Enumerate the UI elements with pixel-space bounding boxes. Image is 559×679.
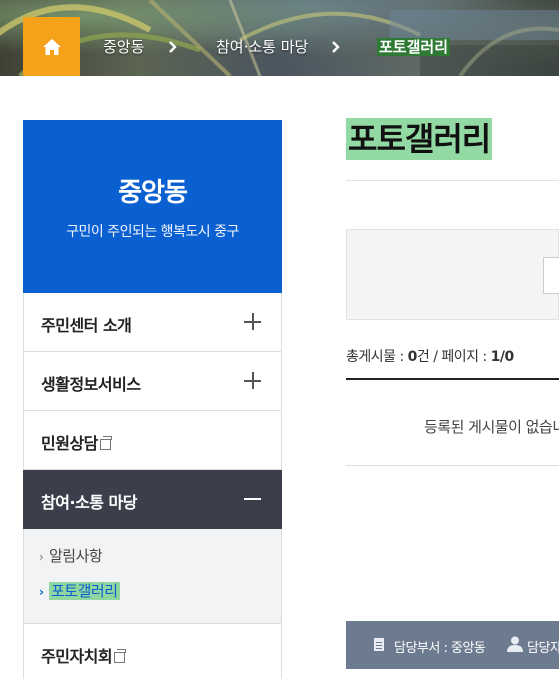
sidebar-item-label-wrap: 주민자치회: [41, 643, 127, 667]
divider: [346, 180, 559, 181]
sidebar-subtitle: 구민이 주인되는 행복도시 중구: [66, 224, 239, 240]
home-icon: [42, 38, 61, 55]
search-input[interactable]: [543, 257, 559, 294]
submenu-item-notice[interactable]: › 알림사항: [39, 545, 103, 566]
sidebar-item-resident-council[interactable]: 주민자치회: [23, 624, 282, 679]
list-bottom-border: [346, 465, 559, 466]
sidebar-menu: 주민센터 소개 생활정보서비스 민원상담 참여·소통 마당 › 알림사항 › 포토갤…: [23, 293, 282, 679]
sidebar-item-civil-consult[interactable]: 민원상담: [23, 411, 282, 470]
count-prefix: 총게시물 :: [346, 349, 408, 365]
count-mid: 건 / 페이지 :: [416, 349, 491, 365]
sidebar-item-living-info[interactable]: 생활정보서비스: [23, 352, 282, 411]
sidebar-header: 중앙동 구민이 주인되는 행복도시 중구: [23, 120, 282, 293]
new-window-icon: [99, 436, 112, 450]
submenu-item-photo-gallery[interactable]: › 포토갤러리: [39, 580, 120, 601]
post-count: 총게시물 : 0건 / 페이지 : 1/0: [346, 346, 514, 366]
top-banner: 중앙동 참여·소통 마당 포토갤러리: [0, 0, 559, 76]
new-window-icon: [114, 649, 127, 663]
sidebar-item-label: 주민센터 소개: [41, 316, 132, 335]
content-info-bar: 담당부서 : 중앙동 담당자 :: [346, 621, 559, 669]
person-icon: [507, 636, 523, 652]
contact-info: 담당자 :: [527, 641, 559, 656]
search-panel: [346, 229, 559, 320]
chevron-right-icon: [332, 41, 340, 53]
breadcrumb-item-dong[interactable]: 중앙동: [103, 37, 144, 57]
breadcrumb-item-participation[interactable]: 참여·소통 마당: [216, 37, 308, 57]
sidebar-submenu: › 알림사항 › 포토갤러리: [23, 529, 282, 624]
list-top-border: [346, 378, 559, 380]
empty-list-message: 등록된 게시물이 없습니다.: [424, 418, 559, 436]
home-button[interactable]: [23, 17, 80, 76]
sidebar-item-label: 민원상담: [41, 434, 98, 453]
submenu-item-label: 알림사항: [49, 547, 103, 565]
sidebar-item-label: 참여·소통 마당: [41, 493, 137, 512]
chevron-right-icon: ›: [39, 585, 44, 599]
sidebar-item-label-wrap: 민원상담: [41, 430, 112, 454]
page-value: 1/0: [490, 349, 515, 365]
sidebar-item-label: 생활정보서비스: [41, 375, 141, 394]
page-title: 포토갤러리: [346, 118, 493, 160]
plus-icon[interactable]: [244, 372, 261, 389]
sidebar-item-participation[interactable]: 참여·소통 마당: [23, 470, 282, 529]
count-value: 0: [407, 349, 418, 365]
minus-icon[interactable]: [244, 498, 261, 500]
plus-icon[interactable]: [244, 313, 261, 330]
chevron-right-icon: ›: [39, 550, 44, 564]
sidebar-item-center-intro[interactable]: 주민센터 소개: [23, 293, 282, 352]
dept-info: 담당부서 : 중앙동: [394, 641, 486, 656]
document-icon: [374, 638, 384, 651]
sidebar-title: 중앙동: [118, 178, 188, 208]
breadcrumb-item-current[interactable]: 포토갤러리: [377, 37, 451, 57]
submenu-item-label: 포토갤러리: [49, 582, 120, 600]
chevron-right-icon: [169, 41, 177, 53]
breadcrumb-current-label: 포토갤러리: [377, 38, 451, 56]
sidebar-item-label: 주민자치회: [41, 647, 113, 666]
